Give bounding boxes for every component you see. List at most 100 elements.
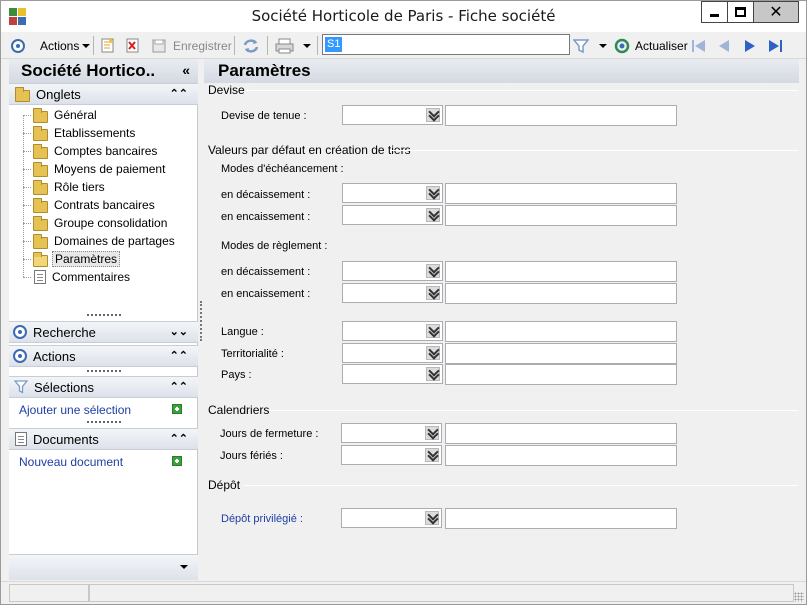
left-panel-footer[interactable]: [9, 554, 198, 580]
company-short-title: Société Hortico..: [21, 61, 156, 80]
documents-section-header[interactable]: Documents ⌃⌃: [9, 428, 198, 450]
modes-reglement-label: Modes de règlement :: [221, 240, 328, 252]
chevron-down-icon: [82, 43, 91, 48]
jours-feries-text[interactable]: [445, 445, 677, 466]
pays-combo[interactable]: [342, 364, 443, 384]
selections-section-header[interactable]: Sélections ⌃⌃: [9, 376, 198, 398]
close-icon: ✕: [769, 2, 783, 21]
toolbar: Actions Enregistrer S1 Actualiser: [1, 32, 806, 59]
filter-button[interactable]: [573, 32, 607, 59]
resize-grip[interactable]: [87, 421, 121, 423]
next-record-button[interactable]: [743, 32, 757, 59]
close-button[interactable]: ✕: [753, 1, 799, 23]
add-icon[interactable]: [172, 404, 182, 414]
jours-fermeture-text[interactable]: [445, 423, 677, 444]
print-button[interactable]: [275, 32, 311, 59]
dropdown-icon[interactable]: [425, 511, 439, 525]
dropdown-icon[interactable]: [426, 186, 440, 200]
sync-icon: [243, 38, 259, 53]
actions-section-header[interactable]: Actions ⌃⌃: [9, 345, 198, 367]
onglets-section-header[interactable]: Onglets ⌃⌃: [9, 83, 198, 105]
jours-feries-combo[interactable]: [341, 445, 442, 465]
territorialite-combo[interactable]: [342, 343, 443, 363]
panel-splitter[interactable]: [200, 301, 202, 341]
devise-tenue-combo[interactable]: [342, 105, 443, 125]
first-record-button[interactable]: [691, 32, 707, 59]
dropdown-icon[interactable]: [426, 346, 440, 360]
status-cell: [89, 584, 794, 602]
tab-general[interactable]: Général: [23, 106, 198, 124]
tab-contrats-bancaires[interactable]: Contrats bancaires: [23, 196, 198, 214]
echeancement-decaissement-text[interactable]: [445, 183, 677, 204]
tab-label: Rôle tiers: [54, 180, 105, 194]
maximize-button[interactable]: [727, 1, 753, 23]
target-icon: [13, 325, 27, 339]
sync-button[interactable]: [242, 32, 260, 59]
pays-text[interactable]: [445, 364, 677, 385]
echeancement-encaissement-combo[interactable]: [342, 205, 443, 225]
search-box[interactable]: S1: [322, 34, 570, 55]
dropdown-icon[interactable]: [426, 367, 440, 381]
tab-etablissements[interactable]: Etablissements: [23, 124, 198, 142]
reglement-encaissement-combo[interactable]: [342, 283, 443, 303]
app-window: Société Horticole de Paris - Fiche socié…: [0, 0, 807, 605]
recherche-section-header[interactable]: Recherche ⌄⌄: [9, 321, 198, 343]
tab-role-tiers[interactable]: Rôle tiers: [23, 178, 198, 196]
jours-fermeture-combo[interactable]: [341, 423, 442, 443]
toolbar-target-icon[interactable]: [11, 32, 25, 59]
tab-parametres[interactable]: Paramètres: [23, 250, 198, 268]
territorialite-text[interactable]: [445, 343, 677, 364]
reglement-encaissement-text[interactable]: [445, 283, 677, 304]
tab-groupe-consolidation[interactable]: Groupe consolidation: [23, 214, 198, 232]
previous-record-button[interactable]: [717, 32, 731, 59]
dropdown-icon[interactable]: [425, 448, 439, 462]
target-icon: [13, 349, 27, 363]
resize-grip[interactable]: [87, 370, 121, 372]
tab-label: Général: [54, 108, 97, 122]
folder-icon: [33, 197, 48, 213]
new-button[interactable]: [101, 32, 115, 59]
dropdown-icon[interactable]: [426, 324, 440, 338]
dropdown-icon[interactable]: [426, 108, 440, 122]
dropdown-icon[interactable]: [425, 426, 439, 440]
tab-comptes-bancaires[interactable]: Comptes bancaires: [23, 142, 198, 160]
add-icon[interactable]: [172, 456, 182, 466]
collapse-panel-icon[interactable]: «: [182, 62, 190, 78]
save-icon: [152, 39, 166, 53]
dropdown-icon[interactable]: [426, 286, 440, 300]
dropdown-icon[interactable]: [426, 208, 440, 222]
langue-text[interactable]: [445, 321, 677, 342]
reglement-decaissement-combo[interactable]: [342, 261, 443, 281]
save-button[interactable]: Enregistrer: [152, 32, 232, 59]
echeancement-encaissement-text[interactable]: [445, 205, 677, 226]
depot-privilegie-text[interactable]: [445, 508, 677, 529]
echeancement-encaissement-label: en encaissement :: [221, 211, 311, 223]
folder-icon: [33, 161, 48, 177]
echeancement-decaissement-label: en décaissement :: [221, 189, 311, 201]
resize-grip[interactable]: [87, 314, 121, 316]
dropdown-icon[interactable]: [426, 264, 440, 278]
reglement-decaissement-text[interactable]: [445, 261, 677, 282]
modes-echeancement-label: Modes d'échéancement :: [221, 163, 344, 175]
actions-menu-button[interactable]: Actions: [40, 32, 91, 59]
minimize-button[interactable]: [701, 1, 727, 23]
tab-domaines-de-partages[interactable]: Domaines de partages: [23, 232, 198, 250]
add-selection-link[interactable]: Ajouter une sélection: [19, 403, 131, 417]
reglement-decaissement-label: en décaissement :: [221, 266, 311, 278]
search-input[interactable]: S1: [325, 37, 343, 52]
delete-button[interactable]: [126, 32, 140, 59]
tab-moyens-de-paiement[interactable]: Moyens de paiement: [23, 160, 198, 178]
langue-combo[interactable]: [342, 321, 443, 341]
window-resize-grip[interactable]: [794, 592, 804, 602]
echeancement-decaissement-combo[interactable]: [342, 183, 443, 203]
devise-tenue-text[interactable]: [445, 105, 677, 126]
new-document-link[interactable]: Nouveau document: [19, 455, 123, 469]
depot-privilegie-combo[interactable]: [341, 508, 442, 528]
tab-commentaires[interactable]: Commentaires: [23, 268, 198, 286]
refresh-button[interactable]: Actualiser: [614, 32, 688, 59]
last-record-button[interactable]: [767, 32, 783, 59]
depot-group-title: Dépôt: [208, 478, 241, 492]
depot-privilegie-label[interactable]: Dépôt privilégié :: [221, 513, 303, 525]
folder-icon: [33, 107, 48, 123]
tab-label: Groupe consolidation: [54, 216, 168, 230]
